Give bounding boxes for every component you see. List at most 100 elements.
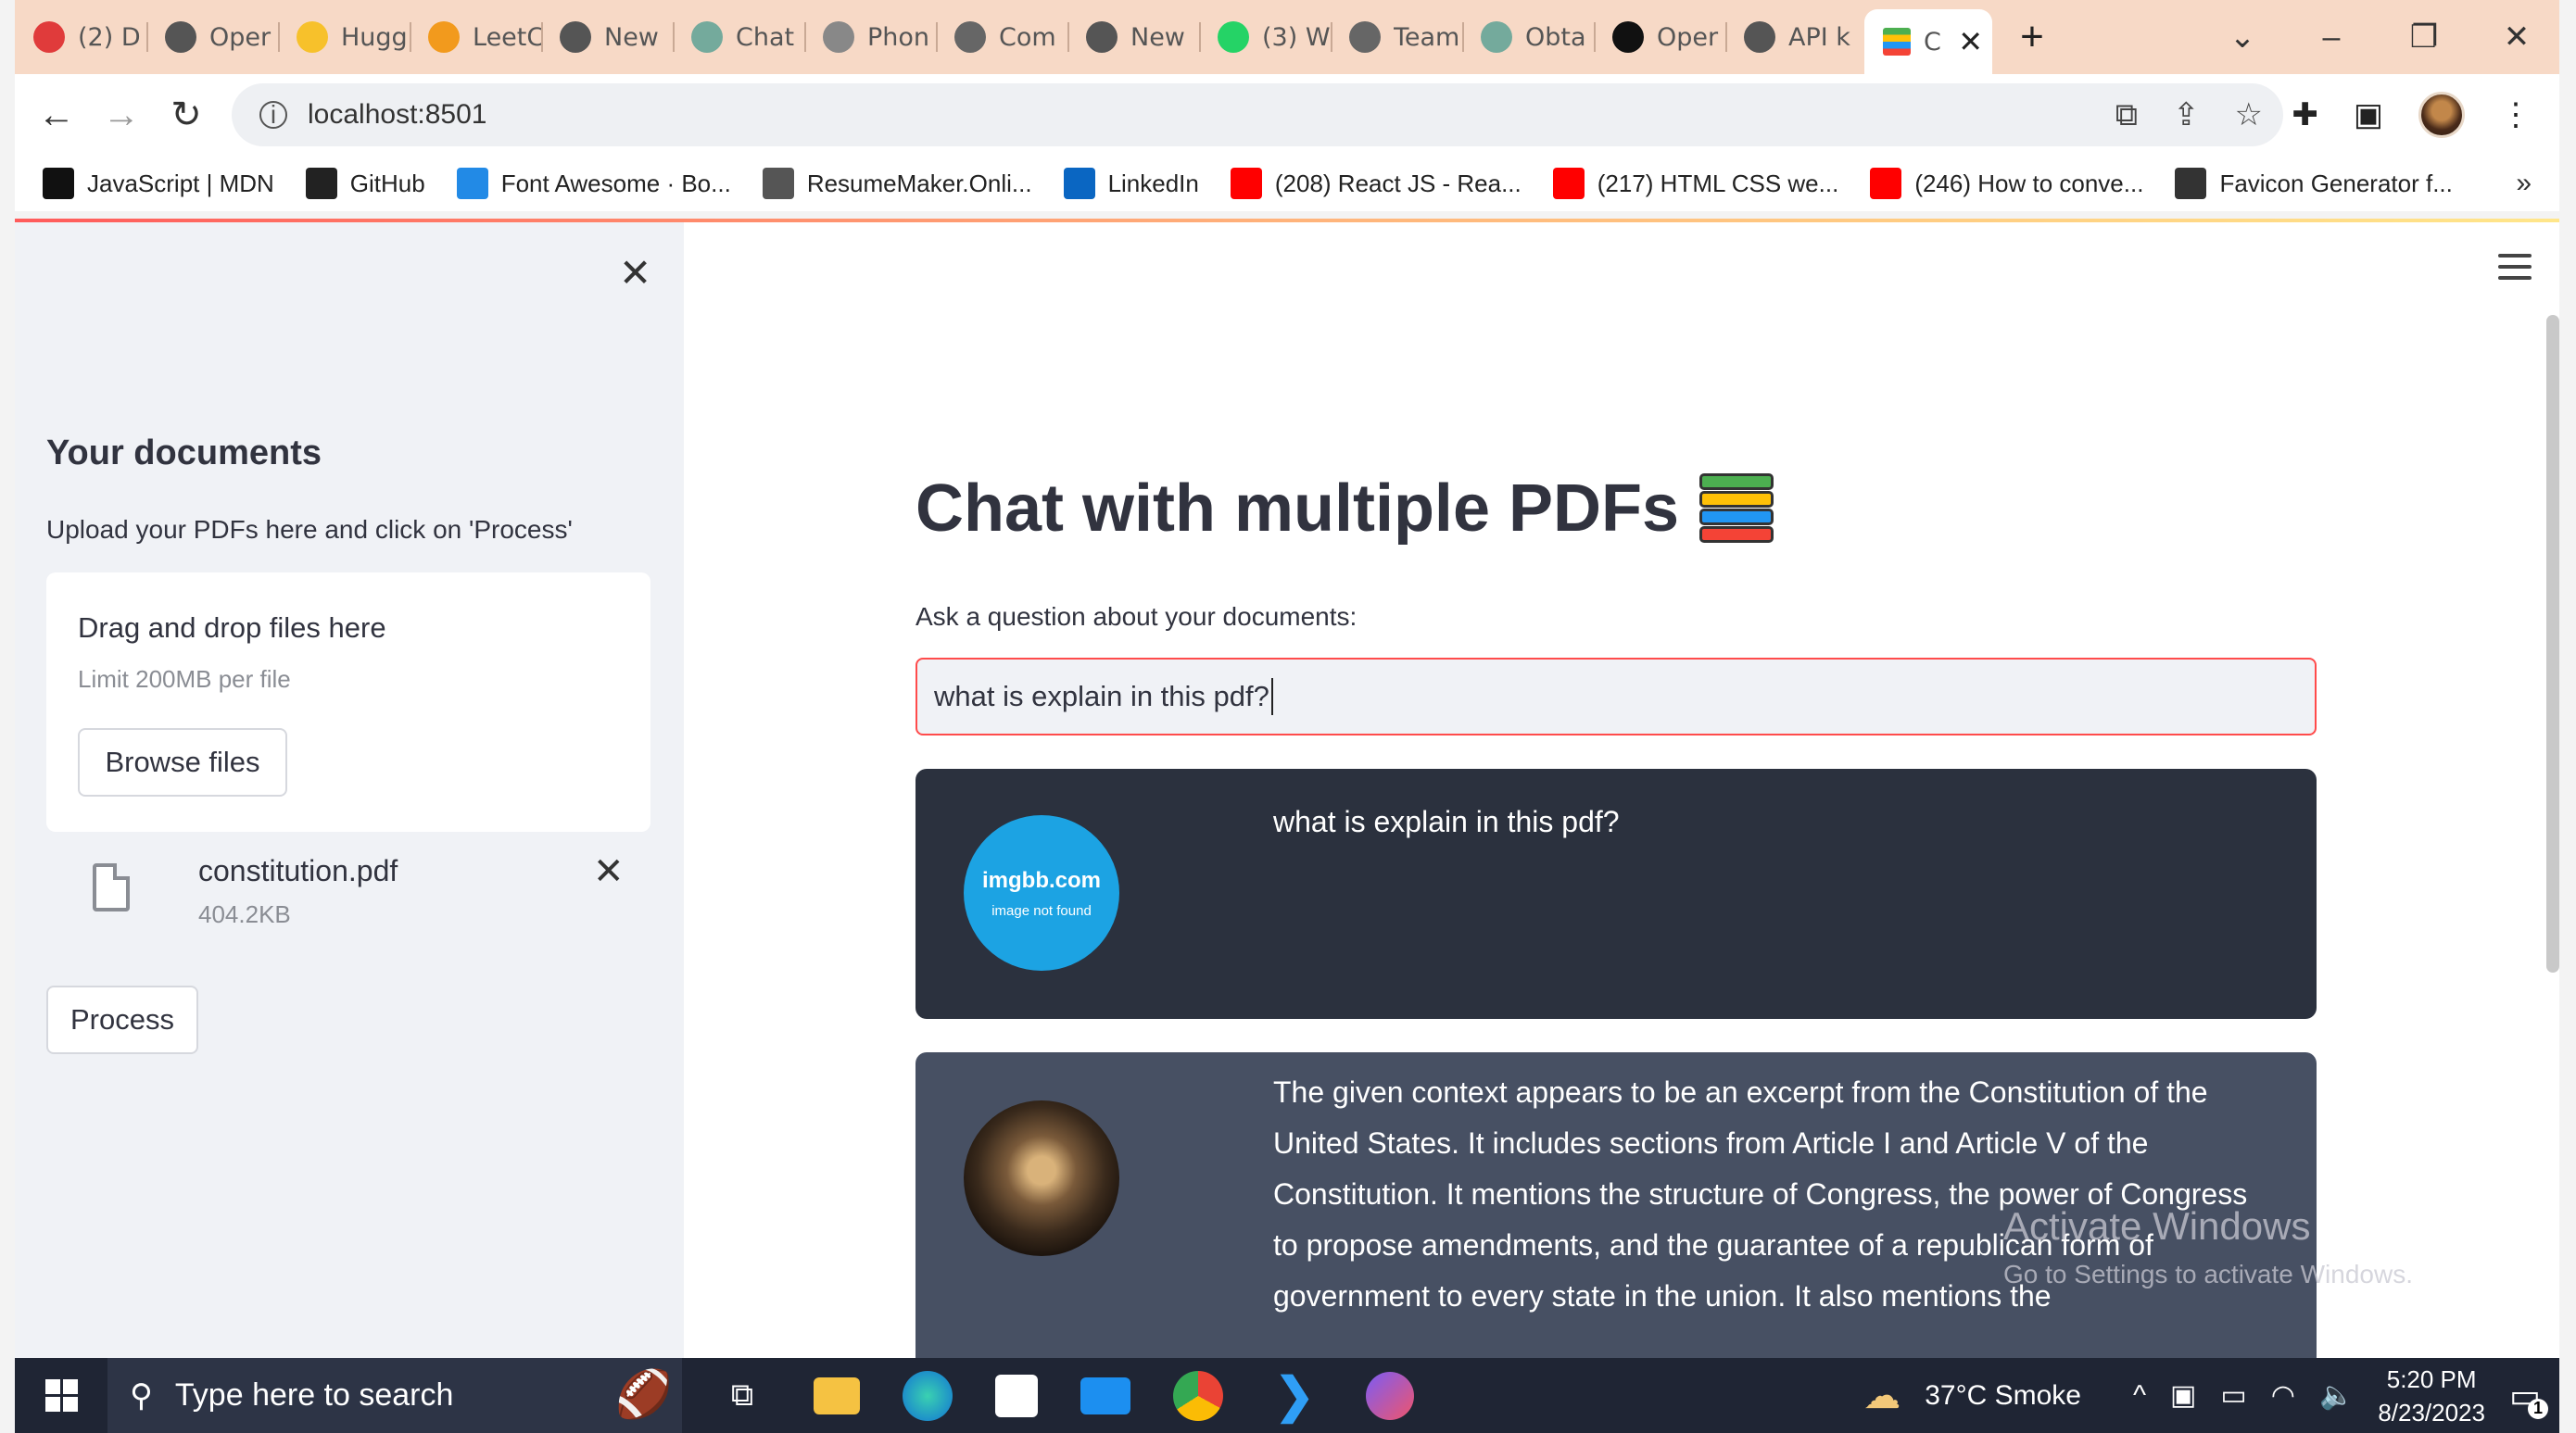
question-input[interactable]: what is explain in this pdf? (915, 658, 2317, 735)
bookmark-item[interactable]: ResumeMaker.Onli... (762, 168, 1032, 199)
back-icon[interactable]: ← (24, 94, 89, 136)
bookmark-item[interactable]: (246) How to conve... (1870, 168, 2143, 199)
clock[interactable]: 5:20 PM 8/23/2023 (2378, 1363, 2485, 1429)
bookmark-item[interactable]: GitHub (305, 168, 425, 199)
tab-item[interactable]: Chat (673, 0, 804, 74)
chrome-icon (1086, 21, 1118, 53)
huggingface-icon (297, 21, 328, 53)
profile-avatar[interactable] (2418, 92, 2465, 138)
tab-item[interactable]: (3) W (1199, 0, 1331, 74)
bookmark-item[interactable]: JavaScript | MDN (43, 168, 274, 199)
tab-title: Team (1394, 22, 1460, 52)
tab-item[interactable]: Team (1331, 0, 1462, 74)
vscode-icon[interactable]: ❯ (1266, 1367, 1323, 1425)
mail-icon[interactable] (1080, 1376, 1130, 1414)
bookmark-label: ResumeMaker.Onli... (806, 169, 1032, 197)
remove-file-icon[interactable]: ✕ (593, 850, 625, 893)
tab-title: Oper (209, 22, 271, 52)
tab-title: Com (999, 22, 1056, 52)
books-icon (1699, 471, 1774, 546)
file-dropzone[interactable]: Drag and drop files here Limit 200MB per… (46, 572, 650, 832)
tray-overflow-icon[interactable]: ^ (2133, 1380, 2146, 1412)
volume-icon[interactable]: 🔈 (2319, 1379, 2354, 1412)
close-sidebar-icon[interactable]: ✕ (619, 250, 651, 295)
battery-icon[interactable]: ▭ (2220, 1379, 2246, 1412)
doc-icon (954, 21, 986, 53)
page-scrollbar[interactable] (2546, 315, 2559, 973)
task-view-icon[interactable]: ⧉ (713, 1367, 771, 1425)
new-tab-button[interactable]: + (2000, 14, 2065, 60)
tab-title: Chat (736, 22, 795, 52)
process-button[interactable]: Process (46, 986, 198, 1054)
reload-icon[interactable]: ↻ (154, 94, 219, 136)
restore-icon[interactable]: ❐ (2378, 0, 2470, 74)
menu-kebab-icon[interactable]: ⋮ (2500, 96, 2532, 133)
tab-search-icon[interactable]: ⌄ (2196, 0, 2289, 74)
tab-title: (3) W (1262, 22, 1331, 52)
tab-item[interactable]: New (541, 0, 673, 74)
bookmark-item[interactable]: (217) HTML CSS we... (1552, 168, 1838, 199)
sidebar-description: Upload your PDFs here and click on 'Proc… (46, 515, 573, 544)
address-bar[interactable]: i localhost:8501 ⧉ ⇪ ☆ (232, 83, 2283, 146)
tab-item[interactable]: LeetC (410, 0, 541, 74)
bookmark-item[interactable]: Font Awesome · Bo... (456, 168, 731, 199)
more-bookmarks-icon[interactable]: » (2516, 168, 2532, 199)
tab-item[interactable]: Com (936, 0, 1067, 74)
bookmark-star-icon[interactable]: ☆ (2235, 96, 2263, 133)
tab-item[interactable]: Oper (146, 0, 278, 74)
notification-icon[interactable]: ▭ 1 (2509, 1376, 2548, 1419)
github-icon (305, 168, 337, 199)
hamburger-menu-icon[interactable] (2498, 254, 2532, 280)
tab-title: Phon (867, 22, 930, 52)
tray-app-icon[interactable]: ▣ (2170, 1379, 2196, 1412)
user-message: imgbb.com image not found what is explai… (915, 769, 2317, 1019)
bookmark-label: Font Awesome · Bo... (500, 169, 731, 197)
tab-active[interactable]: C ✕ (1864, 9, 1992, 74)
weather-text[interactable]: 37°C Smoke (1925, 1380, 2081, 1412)
youtube-icon (1870, 168, 1902, 199)
tab-item[interactable]: API k (1725, 0, 1857, 74)
mdn-icon (43, 168, 74, 199)
tab-title: C (1924, 27, 1941, 57)
tab-item[interactable]: Phon (804, 0, 936, 74)
file-size: 404.2KB (198, 900, 291, 928)
start-button[interactable] (15, 1379, 107, 1412)
info-icon[interactable]: i (259, 100, 287, 129)
extensions-icon[interactable]: ✚ (2292, 96, 2318, 133)
side-panel-icon[interactable]: ▣ (2354, 96, 2383, 133)
openai-icon (165, 21, 196, 53)
tab-item[interactable]: (2) D (15, 0, 146, 74)
bookmark-item[interactable]: (208) React JS - Rea... (1230, 168, 1522, 199)
edge-icon[interactable] (903, 1370, 953, 1421)
minimize-icon[interactable]: – (2285, 0, 2378, 74)
tab-item[interactable]: Oper (1594, 0, 1725, 74)
address-url[interactable]: localhost:8501 (308, 99, 486, 131)
forward-icon[interactable]: → (89, 94, 154, 136)
share-icon[interactable]: ⇪ (2173, 96, 2200, 133)
weather-cloud-icon: ☁ (1863, 1375, 1901, 1416)
user-avatar: imgbb.com image not found (964, 815, 1119, 971)
wifi-icon[interactable]: ◠ (2271, 1379, 2295, 1412)
taskbar: ⚲ Type here to search 🏈 ⧉ ❯ ☁ 37°C Smoke… (15, 1358, 2559, 1433)
taskbar-search[interactable]: ⚲ Type here to search 🏈 (107, 1358, 682, 1433)
open-in-app-icon[interactable]: ⧉ (2115, 97, 2138, 133)
tab-item[interactable]: Hugg (278, 0, 410, 74)
browse-files-button[interactable]: Browse files (78, 728, 287, 797)
windows-logo-icon (44, 1379, 78, 1412)
bookmark-item[interactable]: Favicon Generator f... (2175, 168, 2453, 199)
question-label: Ask a question about your documents: (915, 602, 1357, 631)
activation-watermark-title: Activate Windows (2003, 1204, 2311, 1248)
youtube-icon (1230, 168, 1262, 199)
tab-item[interactable]: Obta (1462, 0, 1594, 74)
close-icon[interactable]: ✕ (1958, 24, 1992, 59)
file-icon (93, 863, 130, 911)
dropzone-title: Drag and drop files here (78, 611, 386, 644)
tab-item[interactable]: New (1067, 0, 1199, 74)
close-window-icon[interactable]: ✕ (2470, 0, 2563, 74)
chrome-icon[interactable] (1173, 1370, 1223, 1421)
store-icon[interactable] (995, 1374, 1038, 1417)
search-icon: ⚲ (130, 1377, 153, 1414)
messenger-icon[interactable] (1366, 1371, 1414, 1420)
bookmark-item[interactable]: LinkedIn (1063, 168, 1199, 199)
file-explorer-icon[interactable] (814, 1376, 860, 1414)
